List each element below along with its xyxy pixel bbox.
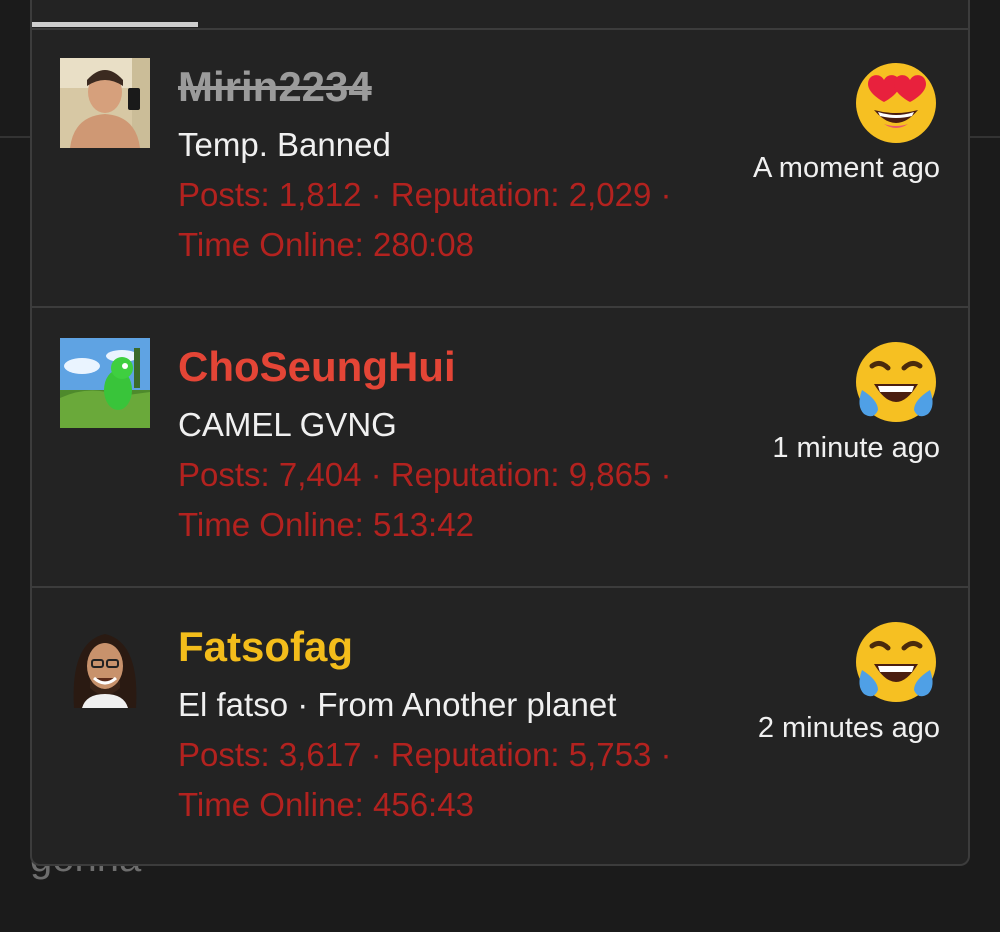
stats-time-online: Time Online: 456:43 — [178, 786, 474, 823]
reaction-row[interactable]: Mirin2234 Temp. Banned Posts: 1,812 · Re… — [32, 28, 968, 308]
reactions-popup: Mirin2234 Temp. Banned Posts: 1,812 · Re… — [30, 0, 970, 866]
user-title: Temp. Banned — [178, 126, 391, 163]
user-photo-icon — [60, 58, 150, 148]
user-stats: Posts: 3,617 · Reputation: 5,753 · Time … — [178, 730, 671, 830]
active-tab-indicator — [32, 22, 198, 27]
stats-time-online: Time Online: 513:42 — [178, 506, 474, 543]
stats-posts-reputation: Posts: 7,404 · Reputation: 9,865 · — [178, 456, 672, 493]
tears-of-joy-emoji-icon — [856, 342, 936, 422]
stats-time-online: Time Online: 280:08 — [178, 226, 474, 263]
user-title: El fatso · From Another planet — [178, 686, 617, 723]
tears-of-joy-emoji-icon — [856, 622, 936, 702]
reaction-tab-bar — [32, 0, 968, 30]
user-photo-icon — [60, 618, 150, 708]
username[interactable]: ChoSeungHui — [178, 346, 456, 388]
user-stats: Posts: 7,404 · Reputation: 9,865 · Time … — [178, 450, 671, 550]
stats-posts-reputation: Posts: 1,812 · Reputation: 2,029 · — [178, 176, 672, 213]
reaction-time: 1 minute ago — [772, 432, 940, 464]
heart-eyes-emoji-icon — [856, 63, 936, 143]
stats-posts-reputation: Posts: 3,617 · Reputation: 5,753 · — [178, 736, 672, 773]
reaction-row[interactable]: ChoSeungHui CAMEL GVNG Posts: 7,404 · Re… — [32, 308, 968, 588]
user-photo-icon — [60, 338, 150, 428]
reaction-time: A moment ago — [753, 152, 940, 184]
reaction-time: 2 minutes ago — [757, 712, 940, 744]
avatar[interactable] — [60, 618, 150, 708]
avatar[interactable] — [60, 58, 150, 148]
username[interactable]: Mirin2234 — [178, 66, 372, 108]
username[interactable]: Fatsofag — [178, 626, 353, 668]
reaction-row[interactable]: Fatsofag El fatso · From Another planet … — [32, 588, 968, 864]
user-title: CAMEL GVNG — [178, 406, 397, 443]
avatar[interactable] — [60, 338, 150, 428]
user-stats: Posts: 1,812 · Reputation: 2,029 · Time … — [178, 170, 671, 270]
